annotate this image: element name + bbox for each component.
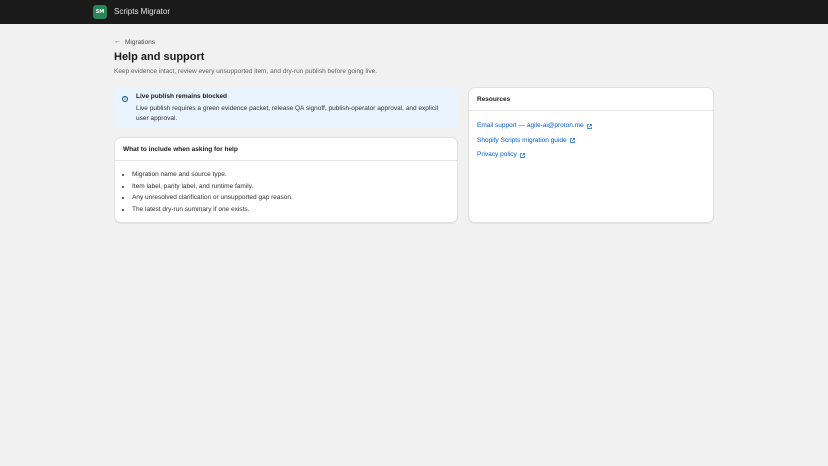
list-item: The latest dry-run summary if one exists…: [132, 204, 457, 216]
info-icon: i: [122, 96, 128, 102]
privacy-policy-link[interactable]: Privacy policy: [477, 148, 713, 163]
page-subtitle: Keep evidence intact, review every unsup…: [114, 68, 378, 75]
list-item: Item label, parity label, and runtime fa…: [132, 181, 457, 193]
link-label: Email support — agile-ai@proton.me: [477, 122, 584, 129]
info-banner: i Live publish remains blocked Live publ…: [114, 87, 458, 128]
app-name[interactable]: Scripts Migrator: [114, 6, 170, 18]
email-support-link[interactable]: Email support — agile-ai@proton.me: [477, 119, 713, 134]
resources-title: Resources: [469, 88, 713, 111]
breadcrumb-label: Migrations: [125, 38, 155, 46]
list-item: Migration name and source type.: [132, 169, 457, 181]
external-link-icon: [586, 123, 592, 129]
help-card-title: What to include when asking for help: [115, 138, 457, 161]
banner-title: Live publish remains blocked: [136, 93, 228, 100]
help-card: What to include when asking for help Mig…: [114, 137, 458, 223]
resources-links: Email support — agile-ai@proton.me Shopi…: [469, 111, 713, 163]
help-list: Migration name and source type. Item lab…: [115, 161, 457, 215]
banner-body: Live publish requires a green evidence p…: [136, 105, 439, 122]
resources-card: Resources Email support — agile-ai@proto…: [468, 87, 714, 223]
link-label: Privacy policy: [477, 151, 517, 158]
top-bar: SM Scripts Migrator: [0, 0, 828, 24]
breadcrumb-back-link[interactable]: ← Migrations: [114, 37, 155, 47]
app-logo[interactable]: SM: [93, 5, 107, 19]
link-label: Shopify Scripts migration guide: [477, 136, 567, 144]
external-link-icon: [569, 138, 575, 144]
arrow-left-icon: ←: [114, 38, 121, 45]
list-item: Any unresolved clarification or unsuppor…: [132, 192, 457, 204]
migration-guide-link[interactable]: Shopify Scripts migration guide: [477, 134, 713, 149]
external-link-icon: [519, 152, 525, 158]
page-title: Help and support: [114, 51, 205, 63]
